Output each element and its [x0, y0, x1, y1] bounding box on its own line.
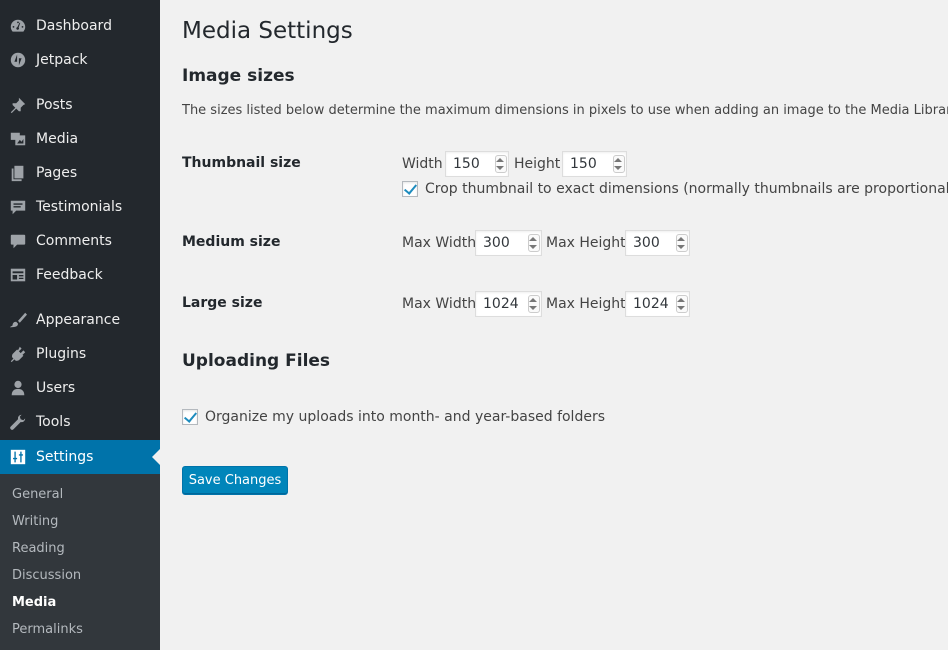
spinner-arrows-icon[interactable]: [677, 236, 685, 250]
sidebar-item-label: Users: [36, 380, 76, 396]
sidebar-item-label: Jetpack: [36, 52, 88, 68]
sidebar-item-label: Dashboard: [36, 18, 112, 34]
sidebar-item-feedback[interactable]: Feedback: [0, 258, 160, 292]
dashboard-icon: [9, 17, 27, 35]
thumbnail-height-label: Height: [514, 156, 561, 172]
organize-uploads-checkbox[interactable]: [182, 409, 198, 425]
submenu-item-general[interactable]: General: [12, 487, 63, 503]
sidebar-item-jetpack[interactable]: Jetpack: [0, 43, 160, 77]
user-icon: [9, 379, 27, 397]
image-sizes-heading: Image sizes: [182, 66, 295, 86]
comment-bubble-icon: [9, 232, 27, 250]
submenu-item-writing[interactable]: Writing: [12, 514, 58, 530]
spinner-arrows-icon[interactable]: [529, 297, 537, 311]
spinner-arrows-icon[interactable]: [496, 157, 504, 171]
thumbnail-width-input[interactable]: 150: [445, 151, 509, 177]
sidebar-item-appearance[interactable]: Appearance: [0, 303, 160, 337]
spinner-arrows-icon[interactable]: [677, 297, 685, 311]
medium-height-label: Max Height: [546, 235, 626, 251]
thumbnail-size-label: Thumbnail size: [182, 155, 301, 171]
settings-submenu: General Writing Reading Discussion Media…: [0, 474, 160, 650]
submenu-item-permalinks[interactable]: Permalinks: [12, 622, 83, 638]
submenu-item-reading[interactable]: Reading: [12, 541, 65, 557]
sidebar-item-comments[interactable]: Comments: [0, 224, 160, 258]
feedback-icon: [9, 266, 27, 284]
sidebar-item-label: Tools: [36, 414, 71, 430]
save-changes-button[interactable]: Save Changes: [182, 466, 288, 495]
sidebar-item-label: Posts: [36, 97, 73, 113]
large-height-label: Max Height: [546, 296, 626, 312]
sidebar-item-label: Comments: [36, 233, 112, 249]
sidebar-item-label: Media: [36, 131, 79, 147]
large-width-label: Max Width: [402, 296, 477, 312]
large-size-label: Large size: [182, 295, 263, 311]
sidebar-item-tools[interactable]: Tools: [0, 405, 160, 439]
pages-icon: [9, 164, 27, 182]
sidebar-item-dashboard[interactable]: Dashboard: [0, 9, 160, 43]
large-height-input[interactable]: 1024: [625, 291, 690, 317]
sidebar-item-label: Testimonials: [36, 199, 123, 215]
sidebar-item-media[interactable]: Media: [0, 122, 160, 156]
pushpin-icon: [9, 96, 27, 114]
admin-sidebar: Dashboard Jetpack Posts Media Pages Test…: [0, 0, 160, 650]
settings-sliders-icon: [9, 448, 27, 466]
uploading-files-heading: Uploading Files: [182, 351, 331, 371]
spinner-arrows-icon[interactable]: [614, 157, 622, 171]
crop-thumbnail-checkbox[interactable]: [402, 181, 418, 197]
wrench-icon: [9, 413, 27, 431]
crop-thumbnail-label[interactable]: Crop thumbnail to exact dimensions (norm…: [425, 180, 948, 198]
medium-width-label: Max Width: [402, 235, 477, 251]
media-icon: [9, 130, 27, 148]
sidebar-item-settings[interactable]: Settings: [0, 440, 160, 474]
sidebar-item-testimonials[interactable]: Testimonials: [0, 190, 160, 224]
thumbnail-width-label: Width: [402, 156, 443, 172]
medium-size-label: Medium size: [182, 234, 281, 250]
medium-width-input[interactable]: 300: [475, 230, 542, 256]
page-title: Media Settings: [182, 18, 353, 44]
paintbrush-icon: [9, 311, 27, 329]
sidebar-item-label: Plugins: [36, 346, 87, 362]
medium-height-input[interactable]: 300: [625, 230, 690, 256]
sidebar-item-label: Feedback: [36, 267, 103, 283]
thumbnail-height-input[interactable]: 150: [562, 151, 627, 177]
sidebar-item-label: Appearance: [36, 312, 121, 328]
sidebar-item-users[interactable]: Users: [0, 371, 160, 405]
organize-uploads-label[interactable]: Organize my uploads into month- and year…: [205, 408, 605, 426]
spinner-arrows-icon[interactable]: [529, 236, 537, 250]
submenu-item-discussion[interactable]: Discussion: [12, 568, 81, 584]
sidebar-item-label: Settings: [36, 449, 94, 465]
jetpack-icon: [9, 51, 27, 69]
plug-icon: [9, 345, 27, 363]
submenu-item-media[interactable]: Media: [12, 595, 56, 611]
testimonials-icon: [9, 198, 27, 216]
image-sizes-description: The sizes listed below determine the max…: [182, 103, 948, 118]
sidebar-item-posts[interactable]: Posts: [0, 88, 160, 122]
sidebar-item-label: Pages: [36, 165, 78, 181]
sidebar-item-plugins[interactable]: Plugins: [0, 337, 160, 371]
large-width-input[interactable]: 1024: [475, 291, 542, 317]
sidebar-item-pages[interactable]: Pages: [0, 156, 160, 190]
